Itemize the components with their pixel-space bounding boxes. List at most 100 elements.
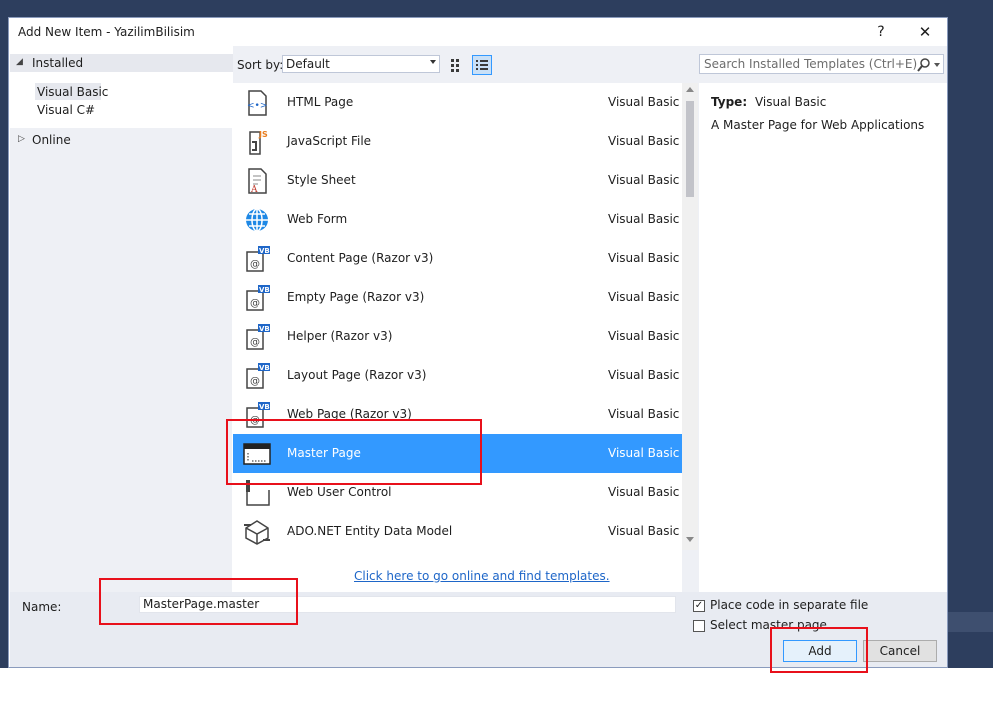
template-row[interactable]: @ VB Content Page (Razor v3) Visual Basi… [233, 239, 682, 278]
expanded-arrow-icon: ◢ [16, 57, 23, 67]
svg-text:@: @ [250, 376, 260, 387]
grid-view-icon [451, 59, 459, 72]
tree-installed-label: Installed [32, 56, 84, 70]
template-language: Visual Basic [608, 95, 680, 109]
template-name: Master Page [287, 446, 361, 460]
razor-vb-icon: @ VB [246, 402, 270, 428]
razor-vb-icon: @ VB [246, 363, 270, 389]
template-type-line: Type: Visual Basic [711, 95, 826, 109]
help-button[interactable]: ? [871, 22, 891, 42]
template-row[interactable]: <•> HTML Page Visual Basic [233, 83, 682, 122]
place-code-checkbox[interactable]: ✓ [693, 600, 705, 612]
entity-data-model-icon [244, 520, 270, 545]
sort-by-label: Sort by: [237, 58, 284, 72]
tree-online-header[interactable]: ▷ Online [10, 131, 232, 149]
find-templates-online-link[interactable]: Click here to go online and find templat… [354, 569, 610, 583]
template-name: Web Page (Razor v3) [287, 407, 412, 421]
template-name: Empty Page (Razor v3) [287, 290, 425, 304]
template-row[interactable]: ADO.NET Entity Data Model Visual Basic [233, 512, 682, 550]
online-link-area: Click here to go online and find templat… [233, 550, 682, 592]
backdrop-bottom [0, 668, 993, 701]
svg-text:@: @ [250, 259, 260, 270]
tree-item-visual-basic[interactable]: Visual Basic [37, 85, 108, 99]
search-options-arrow-icon[interactable] [934, 63, 940, 67]
scroll-thumb[interactable] [686, 101, 694, 197]
search-placeholder: Search Installed Templates (Ctrl+E) [704, 57, 918, 71]
html-page-icon: <•> [247, 90, 267, 116]
template-description: Type: Visual Basic A Master Page for Web… [699, 83, 947, 592]
title-bar: Add New Item - YazilimBilisim ? ✕ [9, 18, 947, 46]
master-page-icon [243, 443, 271, 465]
template-language: Visual Basic [608, 251, 680, 265]
search-icon[interactable] [916, 57, 932, 73]
template-description-text: A Master Page for Web Applications [711, 118, 925, 132]
template-name: HTML Page [287, 95, 354, 109]
template-row[interactable]: A Style Sheet Visual Basic [233, 161, 682, 200]
template-name: Helper (Razor v3) [287, 329, 393, 343]
scroll-up-arrow-icon[interactable] [686, 87, 694, 92]
sort-by-value: Default [286, 57, 330, 71]
collapsed-arrow-icon: ▷ [18, 134, 25, 144]
dropdown-arrow-icon [430, 60, 436, 64]
template-name: Web User Control [287, 485, 392, 499]
svg-text:VB: VB [259, 325, 270, 333]
template-row[interactable]: @ VB Helper (Razor v3) Visual Basic [233, 317, 682, 356]
template-name: Content Page (Razor v3) [287, 251, 434, 265]
svg-text:<•>: <•> [247, 101, 267, 111]
razor-vb-icon: @ VB [246, 246, 270, 272]
template-row-selected[interactable]: Master Page Visual Basic [233, 434, 682, 473]
svg-text:JS: JS [258, 130, 268, 139]
javascript-file-icon: JS [249, 130, 268, 155]
template-name: Layout Page (Razor v3) [287, 368, 427, 382]
template-language: Visual Basic [608, 212, 680, 226]
template-language: Visual Basic [608, 446, 680, 460]
sort-by-dropdown[interactable]: Default [282, 55, 440, 73]
cancel-button[interactable]: Cancel [863, 640, 937, 662]
template-row[interactable]: JS JavaScript File Visual Basic [233, 122, 682, 161]
tree-installed-header[interactable]: ◢ Installed [10, 54, 258, 72]
svg-text:VB: VB [259, 286, 270, 294]
tree-item-visual-csharp[interactable]: Visual C# [37, 103, 95, 117]
template-row[interactable]: @ VB Web Page (Razor v3) Visual Basic [233, 395, 682, 434]
svg-text:@: @ [250, 415, 260, 426]
svg-text:@: @ [250, 337, 260, 348]
list-view-button[interactable] [472, 55, 492, 75]
template-row[interactable]: Web User Control Visual Basic [233, 473, 682, 512]
svg-text:@: @ [250, 298, 260, 309]
template-name: Style Sheet [287, 173, 356, 187]
template-language: Visual Basic [608, 407, 680, 421]
template-name: JavaScript File [287, 134, 372, 148]
type-label: Type: [711, 95, 748, 109]
template-language: Visual Basic [608, 134, 680, 148]
select-master-checkbox[interactable] [693, 620, 705, 632]
web-form-globe-icon [246, 208, 268, 232]
template-row[interactable]: @ VB Layout Page (Razor v3) Visual Basic [233, 356, 682, 395]
template-row[interactable]: @ VB Empty Page (Razor v3) Visual Basic [233, 278, 682, 317]
template-name: Web Form [287, 212, 348, 226]
scroll-down-arrow-icon[interactable] [686, 537, 694, 542]
place-code-label: Place code in separate file [710, 598, 869, 612]
style-sheet-icon: A [248, 168, 267, 194]
razor-vb-icon: @ VB [246, 324, 270, 350]
template-language: Visual Basic [608, 524, 680, 538]
template-row[interactable]: Web Form Visual Basic [233, 200, 682, 239]
backdrop-window-strip [948, 612, 993, 632]
template-tree-panel: ◢ Installed Visual Basic Visual C# ▷ Onl… [10, 46, 258, 592]
list-view-icon [476, 60, 488, 70]
svg-text:VB: VB [259, 403, 270, 411]
template-list-scrollbar[interactable] [682, 83, 698, 550]
template-details-panel: Search Installed Templates (Ctrl+E) Type… [699, 46, 947, 592]
add-button[interactable]: Add [783, 640, 857, 662]
template-language: Visual Basic [608, 173, 680, 187]
bottom-bar: Name: MasterPage.master ✓ Place code in … [10, 592, 947, 667]
close-button[interactable]: ✕ [914, 22, 936, 42]
small-icons-view-button[interactable] [447, 55, 467, 75]
type-value: Visual Basic [754, 95, 827, 109]
razor-vb-icon: @ VB [246, 285, 270, 311]
name-input-value: MasterPage.master [143, 597, 260, 611]
search-templates-input[interactable]: Search Installed Templates (Ctrl+E) [699, 54, 944, 74]
template-language: Visual Basic [608, 290, 680, 304]
add-new-item-dialog: Add New Item - YazilimBilisim ? ✕ ◢ Inst… [8, 17, 948, 668]
name-input[interactable]: MasterPage.master [139, 596, 676, 613]
template-language: Visual Basic [608, 485, 680, 499]
